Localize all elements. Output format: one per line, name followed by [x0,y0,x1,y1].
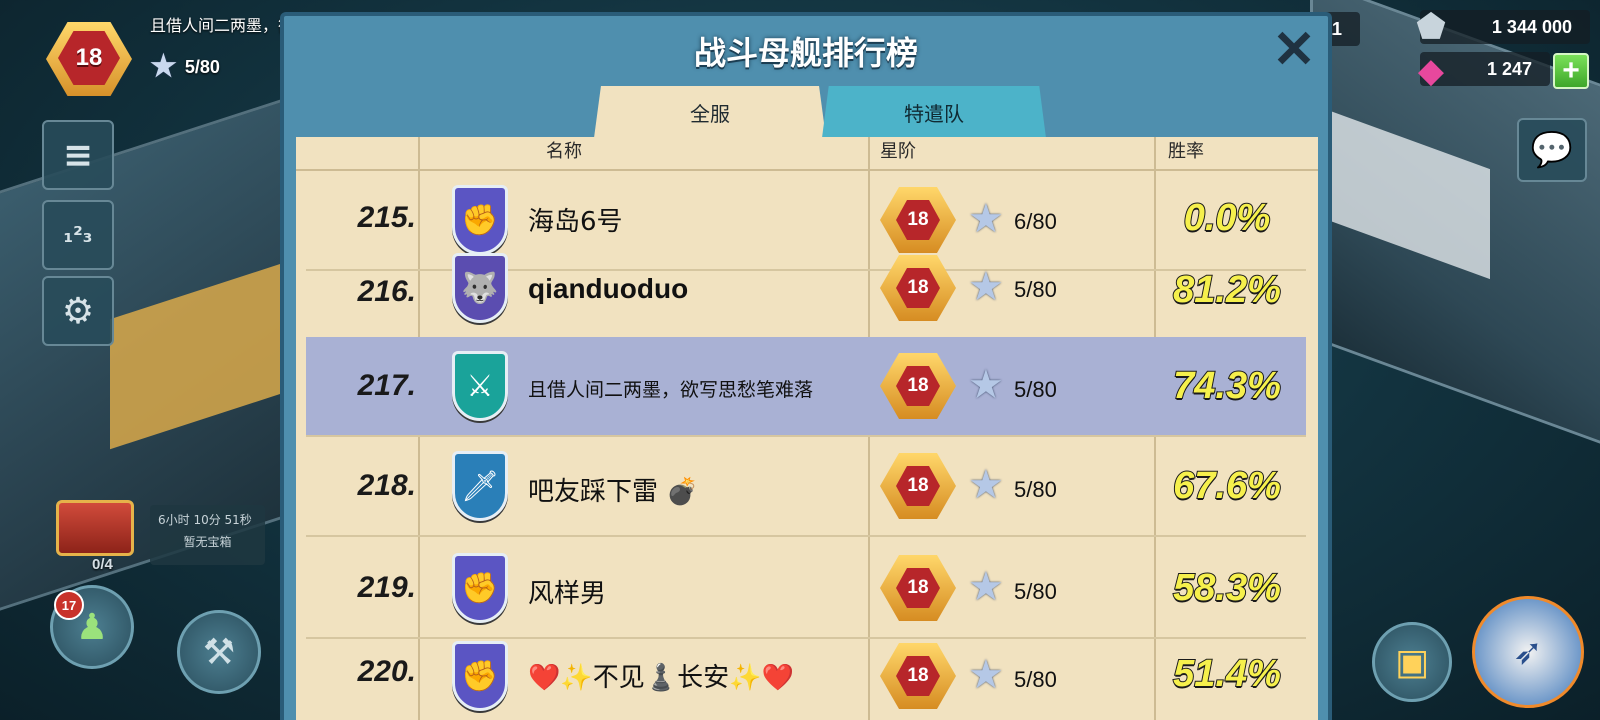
chest-timer: 6小时 10分 51秒 [158,513,252,527]
leaderboard-table: 名称 星阶 胜率 215. ✊ 海岛6号 18 ★ 6/80 0.0% 216.… [296,137,1318,720]
row-player-name: 风样男 [528,579,607,609]
row-win-rate: 74.3% [1172,364,1282,408]
table-row-current-player[interactable]: 217. ⚔ 且借人间二两墨，欲写思愁笔难落 18 ★ 5/80 74.3% [306,337,1306,437]
row-player-name: ❤️✨不见♟️长安✨❤️ [528,663,794,693]
row-player-name: 且借人间二两墨，欲写思愁笔难落 [528,379,814,401]
rocket-icon: ➶ [1512,631,1544,673]
column-header-win-rate: 胜率 [1168,141,1204,162]
star-icon: ★ [968,362,1004,408]
column-header-name: 名称 [546,141,582,162]
column-header-rank-stars: 星阶 [880,141,916,162]
hamburger-icon: ≡ [62,134,94,176]
row-win-rate: 51.4% [1172,652,1282,696]
fist-icon: ✊ [452,185,508,255]
star-icon: ★ [968,462,1004,508]
troop-count-badge: 17 [54,590,84,620]
plus-icon: + [1562,54,1580,87]
crossed-rifles-icon: ⚔ [452,351,508,421]
star-icon: ★ [968,196,1004,242]
tab-task-force[interactable]: 特遣队 [822,86,1046,138]
chat-button[interactable]: 💬 [1517,118,1587,182]
hq-button[interactable]: ▣ [1372,622,1452,702]
row-rank: 219. [357,571,416,604]
row-player-name: qianduoduo [528,273,689,304]
row-win-rate: 0.0% [1183,196,1272,240]
cannon-icon: ⚒ [202,631,236,673]
chest-status: 暂无宝箱 [183,535,232,549]
iron-icon: ⬟ [1416,7,1446,47]
menu-button[interactable]: ≡ [42,120,114,190]
upgrade-button[interactable]: ⚒ [177,610,261,694]
leaderboard-button[interactable]: ₁²₃ [42,200,114,270]
fist-icon: ✊ [452,641,508,711]
row-win-rate: 58.3% [1172,566,1282,610]
row-rank: 217. [357,369,416,402]
row-stars: 5/80 [1014,377,1057,402]
close-icon: ✕ [1272,21,1316,79]
diamond-icon: ◆ [1417,51,1445,91]
star-icon: ★ [150,50,177,83]
table-row[interactable]: 216. 🐺 qianduoduo 18 ★ 5/80 81.2% [306,247,1306,339]
row-rank: 218. [357,469,416,502]
wolf-icon: 🐺 [452,253,508,323]
row-rank: 215. [357,201,416,234]
tab-all-server-label: 全服 [690,101,730,126]
row-stars: 6/80 [1014,209,1057,234]
close-button[interactable]: ✕ [1270,24,1318,76]
gear-icon: ⚙ [61,290,95,332]
row-player-name: 海岛6号 [528,207,623,237]
building-icon: ▣ [1394,641,1429,683]
podium-icon: ₁²₃ [63,222,93,248]
iron-value: 1 344 000 [1491,16,1572,37]
player-stars-value: 5/80 [184,56,220,77]
panel-title: 战斗母舰排行榜 [693,34,918,72]
row-stars: 5/80 [1014,277,1057,302]
star-icon: ★ [968,652,1004,698]
diamond-value: 1 247 [1486,58,1532,79]
sword-icon: 🗡 [452,451,508,521]
player-stars: ★ 5/80 [150,52,220,82]
settings-button[interactable]: ⚙ [42,276,114,346]
add-diamonds-button[interactable]: + [1553,53,1589,89]
row-win-rate: 67.6% [1172,464,1282,508]
table-row[interactable]: 218. 🗡 吧友踩下雷 💣 18 ★ 5/80 67.6% [306,437,1306,537]
chest-icon[interactable] [56,500,134,556]
row-stars: 5/80 [1014,667,1057,692]
row-rank: 220. [357,655,416,688]
row-player-name: 吧友踩下雷 💣 [528,477,699,507]
tab-task-force-label: 特遣队 [904,101,964,126]
row-rank: 216. [357,275,416,308]
chest-count: 0/4 [92,556,113,573]
row-stars: 5/80 [1014,477,1057,502]
row-win-rate: 81.2% [1172,268,1282,312]
table-row[interactable]: 219. ✊ 风样男 18 ★ 5/80 58.3% [306,537,1306,639]
row-stars: 5/80 [1014,579,1057,604]
chest-timer-panel: 6小时 10分 51秒 暂无宝箱 [150,505,265,565]
table-header: 名称 星阶 胜率 [296,137,1318,171]
table-row[interactable]: 220. ✊ ❤️✨不见♟️长安✨❤️ 18 ★ 5/80 51.4% [306,639,1306,720]
star-icon: ★ [968,564,1004,610]
tab-all-server[interactable]: 全服 [594,86,826,138]
star-icon: ★ [968,264,1004,310]
fist-icon: ✊ [452,553,508,623]
attack-button[interactable]: ➶ [1472,596,1584,708]
chat-bubble-icon: 💬 [1530,130,1574,170]
